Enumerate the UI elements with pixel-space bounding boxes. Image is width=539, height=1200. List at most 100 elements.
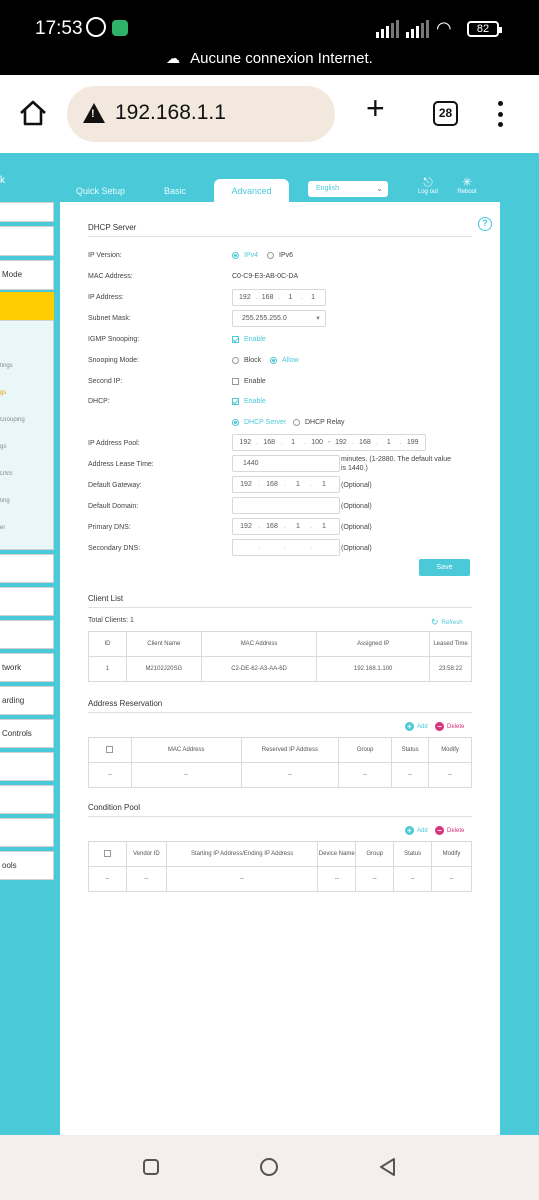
sidebar-item[interactable] [0, 620, 54, 649]
section-title-address-reservation: Address Reservation [88, 699, 163, 708]
second-ip-enable-label: Enable [244, 378, 266, 385]
language-select[interactable]: English ⌄ [308, 181, 388, 197]
sidebar-item[interactable] [0, 587, 54, 616]
router-admin-page: k Quick Setup Basic Advanced English ⌄ ⎋ L… [0, 153, 539, 1135]
home-icon[interactable] [18, 99, 48, 127]
ipv6-radio[interactable] [267, 252, 274, 259]
sidebar-subitem[interactable]: DNS [0, 471, 54, 477]
refresh-icon: ↻ [431, 617, 439, 627]
status-bar: 17:53 ◠ 82 ☁ Aucune connexion Internet. [0, 0, 539, 75]
secondary-dns-input[interactable]: ... [232, 539, 340, 556]
sidebar-item-network[interactable]: twork [0, 653, 54, 682]
save-button[interactable]: Save [419, 559, 470, 576]
divider [88, 607, 472, 608]
sidebar-subitem-active[interactable]: gs [0, 390, 54, 396]
igmp-snooping-checkbox[interactable] [232, 336, 239, 343]
dropdown-arrow-icon: ▼ [315, 315, 321, 322]
default-domain-input[interactable] [232, 497, 340, 514]
recents-icon[interactable] [143, 1159, 159, 1175]
optional-hint: (Optional) [341, 482, 372, 489]
block-label: Block [244, 357, 262, 364]
dhcp-checkbox[interactable] [232, 398, 239, 405]
sidebar-item-operation-mode[interactable]: Mode [0, 260, 54, 290]
subnet-mask-label: Subnet Mask: [88, 315, 131, 322]
column-header: Assigned IP [316, 631, 431, 657]
home-nav-icon[interactable] [260, 1158, 278, 1176]
menu-icon[interactable] [497, 101, 503, 127]
column-header: Modify [431, 841, 472, 867]
sidebar-subitem[interactable]: gs [0, 444, 54, 450]
column-header: ID [88, 631, 127, 657]
sidebar-subitem[interactable]: ting [0, 498, 54, 504]
allow-label: Allow [282, 357, 299, 364]
column-header: MAC Address [200, 631, 318, 657]
subnet-mask-select[interactable]: 255.255.255.0 ▼ [232, 310, 326, 327]
dhcp-relay-label: DHCP Relay [305, 419, 345, 426]
sidebar-item[interactable] [0, 226, 54, 256]
chevron-down-icon: ⌄ [376, 184, 383, 193]
help-icon[interactable]: ? [478, 217, 492, 231]
sidebar-item[interactable] [0, 202, 54, 222]
block-radio[interactable] [232, 357, 239, 364]
column-header: Group [355, 841, 395, 867]
dhcp-server-label: DHCP Server [244, 419, 287, 426]
optional-hint: (Optional) [341, 524, 372, 531]
ip-address-label: IP Address: [88, 294, 124, 301]
signal-icon [376, 20, 399, 38]
url-text[interactable]: 192.168.1.1 [115, 101, 226, 125]
url-bar[interactable]: 192.168.1.1 [67, 86, 335, 142]
ip-address-input[interactable]: 192. 168. 1. 1 [232, 289, 326, 306]
sidebar-item[interactable] [0, 818, 54, 847]
new-tab-icon[interactable]: + [366, 92, 385, 124]
sidebar-subitem[interactable]: tings [0, 363, 54, 369]
mac-address-label: MAC Address: [88, 273, 133, 280]
add-reservation-button[interactable]: + Add [405, 722, 428, 731]
tab-quick-setup[interactable]: Quick Setup [76, 186, 125, 196]
network-notice: ☁ Aucune connexion Internet. [166, 50, 373, 67]
tab-basic[interactable]: Basic [164, 186, 186, 196]
reboot-icon: ✳ [461, 175, 473, 189]
reboot-button[interactable]: ✳ Reboot [454, 175, 480, 195]
add-condition-button[interactable]: + Add [405, 826, 428, 835]
sidebar-item[interactable] [0, 785, 54, 814]
delete-condition-button[interactable]: − Delete [435, 826, 464, 835]
dhcp-relay-radio[interactable] [293, 419, 300, 426]
ip-pool-input[interactable]: 192. 168. 1. 100 - 192. 168. 1. 199 [232, 434, 426, 451]
alarm-icon [86, 17, 106, 37]
divider [88, 816, 472, 817]
sidebar-item[interactable] [0, 554, 54, 583]
sidebar-subitem[interactable]: Grouping [0, 417, 54, 423]
snooping-mode-label: Snooping Mode: [88, 357, 139, 364]
logout-button[interactable]: ⎋ Log out [415, 175, 441, 195]
sidebar-item-controls[interactable]: Controls [0, 719, 54, 748]
column-header: Starting IP Address/Ending IP Address [165, 841, 319, 867]
sidebar-item-forwarding[interactable]: arding [0, 686, 54, 715]
section-title-client-list: Client List [88, 594, 124, 603]
refresh-button[interactable]: ↻ Refresh [431, 617, 463, 628]
sidebar-item-tools[interactable]: ools [0, 851, 54, 880]
tab-advanced[interactable]: Advanced [214, 179, 289, 203]
sidebar-item[interactable] [0, 752, 54, 781]
primary-dns-input[interactable]: 192. 168. 1. 1 [232, 518, 340, 535]
delete-reservation-button[interactable]: − Delete [435, 722, 464, 731]
select-all-checkbox[interactable] [106, 745, 114, 753]
second-ip-checkbox[interactable] [232, 378, 239, 385]
battery-icon: 82 [467, 21, 502, 37]
back-icon[interactable] [378, 1157, 398, 1177]
warning-icon[interactable] [83, 103, 105, 123]
default-gateway-input[interactable]: 192. 168. 1. 1 [232, 476, 340, 493]
sidebar-item-network-active[interactable] [0, 292, 54, 320]
wifi-icon: ◠ [436, 18, 452, 39]
column-header: Client Name [125, 631, 202, 657]
ipv4-radio[interactable] [232, 252, 239, 259]
tab-count-button[interactable]: 28 [433, 101, 458, 126]
condition-pool-table: Vendor ID Starting IP Address/Ending IP … [88, 841, 472, 892]
table-row: -- -- -- -- -- -- [88, 762, 472, 788]
app-notification-icon [112, 20, 128, 36]
logout-icon: ⎋ [423, 175, 433, 189]
dhcp-server-radio[interactable] [232, 419, 239, 426]
sidebar-subitem[interactable]: el [0, 525, 54, 531]
lease-time-input[interactable]: 1440 [232, 455, 340, 472]
allow-radio[interactable] [270, 357, 277, 364]
select-all-checkbox[interactable] [103, 849, 111, 857]
